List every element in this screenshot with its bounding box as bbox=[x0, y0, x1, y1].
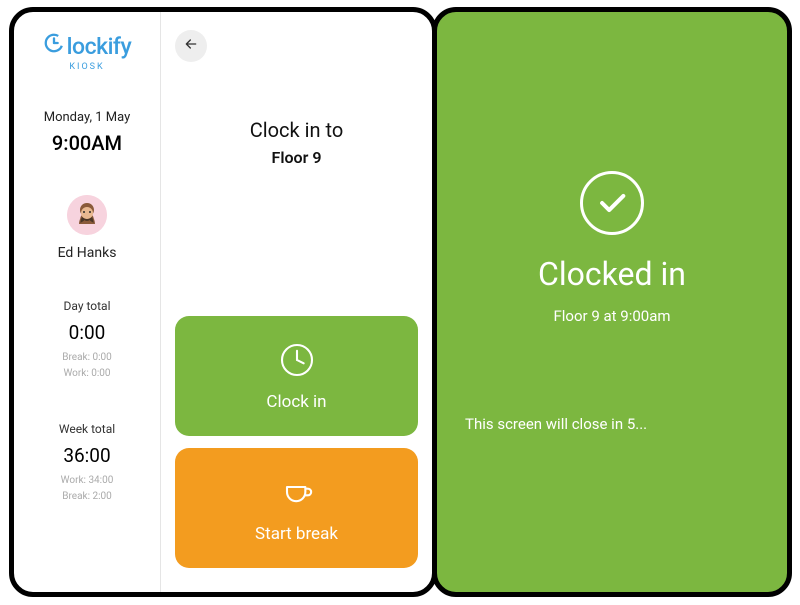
clock-in-prompt: Clock in to Floor 9 bbox=[175, 118, 418, 167]
clock-logo-icon bbox=[43, 32, 65, 54]
brand-name: lockify bbox=[67, 33, 132, 60]
coffee-cup-icon bbox=[277, 472, 317, 516]
prompt-location: Floor 9 bbox=[175, 148, 418, 167]
current-date: Monday, 1 May bbox=[44, 110, 131, 125]
day-total-value: 0:00 bbox=[62, 321, 112, 344]
main-pane: Clock in to Floor 9 Clock in bbox=[161, 12, 432, 592]
clock-in-label: Clock in bbox=[266, 392, 326, 412]
day-total-block: Day total 0:00 Break: 0:00 Work: 0:00 bbox=[62, 299, 112, 382]
user-name: Ed Hanks bbox=[58, 245, 117, 261]
kiosk-main-frame: lockify KIOSK Monday, 1 May 9:00AM bbox=[9, 7, 437, 597]
start-break-label: Start break bbox=[255, 524, 338, 544]
checkmark-icon bbox=[580, 171, 644, 235]
kiosk-confirm-frame: Clocked in Floor 9 at 9:00am This screen… bbox=[432, 7, 792, 597]
confirm-title: Clocked in bbox=[538, 255, 686, 293]
week-total-value: 36:00 bbox=[59, 444, 115, 467]
week-total-block: Week total 36:00 Work: 34:00 Break: 2:00 bbox=[59, 422, 115, 505]
action-buttons: Clock in Start break bbox=[175, 316, 418, 578]
auto-close-note: This screen will close in 5... bbox=[465, 415, 647, 433]
week-total-label: Week total bbox=[59, 422, 115, 436]
sidebar: lockify KIOSK Monday, 1 May 9:00AM bbox=[14, 12, 161, 592]
day-total-label: Day total bbox=[62, 299, 112, 313]
clock-icon bbox=[277, 340, 317, 384]
start-break-button[interactable]: Start break bbox=[175, 448, 418, 568]
datetime-block: Monday, 1 May 9:00AM bbox=[44, 110, 131, 155]
avatar bbox=[67, 195, 107, 235]
day-work-value: Work: 0:00 bbox=[62, 366, 112, 382]
confirm-detail: Floor 9 at 9:00am bbox=[553, 307, 670, 325]
kiosk-layout: lockify KIOSK Monday, 1 May 9:00AM bbox=[14, 12, 432, 592]
clock-in-button[interactable]: Clock in bbox=[175, 316, 418, 436]
current-time: 9:00AM bbox=[44, 131, 131, 155]
brand-logo: lockify bbox=[43, 32, 132, 60]
week-break-value: Break: 2:00 bbox=[59, 489, 115, 505]
back-button[interactable] bbox=[175, 30, 207, 62]
arrow-left-icon bbox=[183, 36, 199, 56]
user-block: Ed Hanks bbox=[58, 195, 117, 261]
prompt-title: Clock in to bbox=[175, 118, 418, 142]
day-break-value: Break: 0:00 bbox=[62, 350, 112, 366]
brand-kiosk-label: KIOSK bbox=[69, 62, 104, 72]
week-work-value: Work: 34:00 bbox=[59, 473, 115, 489]
